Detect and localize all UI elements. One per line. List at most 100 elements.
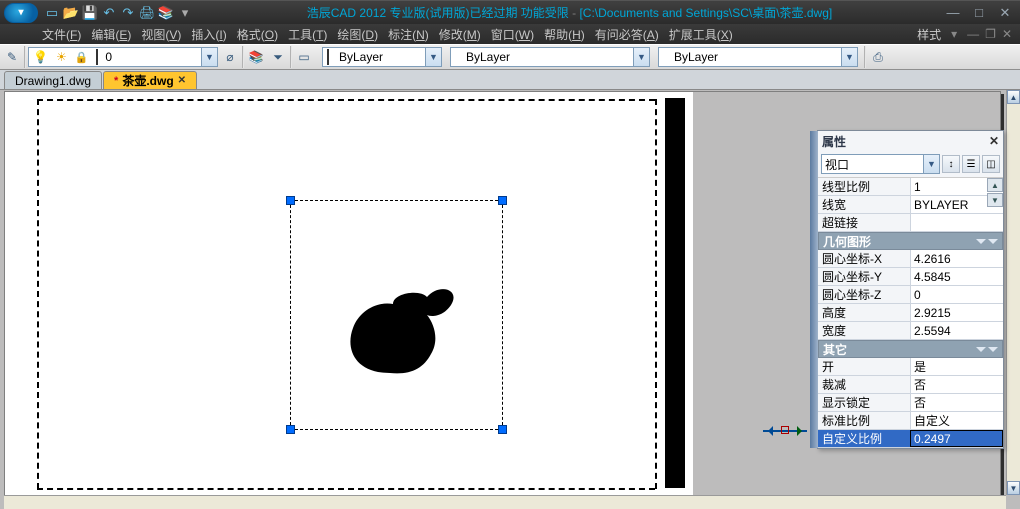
scroll-down-button[interactable]: ▼: [1007, 481, 1020, 495]
palette-scroll-buttons: ▲ ▼: [987, 178, 1003, 208]
qat-save-icon[interactable]: 💾: [82, 5, 98, 21]
menu-edit[interactable]: 编辑(E): [91, 26, 131, 43]
palette-grip[interactable]: [810, 131, 818, 448]
menu-insert[interactable]: 插入(I): [191, 26, 226, 43]
layer-combo[interactable]: 0 ▼: [28, 47, 218, 67]
menu-format[interactable]: 格式(O): [237, 26, 278, 43]
chevron-down-icon[interactable]: ▼: [923, 155, 939, 173]
prop-row: 显示锁定否: [818, 394, 1003, 412]
prop-value[interactable]: 是: [910, 358, 1003, 375]
prop-row-selected[interactable]: 自定义比例 0.2497: [818, 430, 1003, 448]
layer-filter-button[interactable]: ⏷: [268, 47, 288, 67]
scroll-up-button[interactable]: ▲: [1007, 90, 1020, 104]
prop-key: 自定义比例: [818, 430, 910, 447]
grip-br[interactable]: [498, 425, 507, 434]
doc-tab-active[interactable]: * 茶壶.dwg ✕: [103, 71, 197, 89]
prop-value[interactable]: 否: [910, 376, 1003, 393]
horizontal-scrollbar[interactable]: [4, 495, 1006, 509]
menu-window[interactable]: 窗口(W): [491, 26, 534, 43]
chevron-down-icon[interactable]: ▼: [841, 48, 857, 66]
layer-states-button[interactable]: 📚: [246, 47, 266, 67]
prop-value[interactable]: 否: [910, 394, 1003, 411]
palette-title-bar[interactable]: 属性 ✕: [818, 131, 1003, 151]
chevron-icon: [976, 239, 986, 244]
layer-iso-button[interactable]: ⌀: [220, 47, 240, 67]
palette-title: 属性: [822, 133, 846, 150]
prop-value[interactable]: 4.2616: [910, 250, 1003, 267]
menu-faq[interactable]: 有问必答(A): [595, 26, 659, 43]
chevron-down-icon[interactable]: ▼: [201, 48, 217, 66]
grip-bl[interactable]: [286, 425, 295, 434]
qat-dropdown-icon[interactable]: ▾: [177, 5, 193, 21]
layer-toolbar: ✎ 0 ▼ ⌀ 📚 ⏷ ▭ ByLayer ▼ ByLayer ▼ ByLaye…: [0, 44, 1020, 70]
layer-color-swatch: [96, 49, 98, 65]
title-sep: -: [569, 6, 580, 20]
style-label[interactable]: 样式: [917, 26, 941, 43]
prop-value[interactable]: 4.5845: [910, 268, 1003, 285]
menu-help[interactable]: 帮助(H): [544, 26, 585, 43]
vertical-scrollbar[interactable]: ▲ ▼: [1006, 90, 1020, 495]
palette-scroll-down[interactable]: ▼: [987, 193, 1003, 207]
palette-select-objects-button[interactable]: ◫: [982, 155, 1000, 173]
qat-new-icon[interactable]: ▭: [44, 5, 60, 21]
section-header-geometry[interactable]: 几何图形: [818, 232, 1003, 250]
toolbar-sep: [24, 46, 26, 68]
grip-tr[interactable]: [498, 196, 507, 205]
prop-row: 圆心坐标-X4.2616: [818, 250, 1003, 268]
prop-row: 标准比例自定义: [818, 412, 1003, 430]
qat-redo-icon[interactable]: ↷: [120, 5, 136, 21]
lineweight-value: ByLayer: [671, 50, 841, 64]
color-combo[interactable]: ByLayer ▼: [322, 47, 442, 67]
window-buttons: — □ ✕: [946, 5, 1012, 21]
mdi-minimize-button[interactable]: —: [967, 27, 979, 41]
mdi-restore-button[interactable]: ❐: [985, 27, 996, 41]
minimize-button[interactable]: —: [946, 5, 960, 21]
menu-modify[interactable]: 修改(M): [439, 26, 481, 43]
lineweight-combo[interactable]: ByLayer ▼: [658, 47, 858, 67]
close-button[interactable]: ✕: [998, 5, 1012, 21]
prop-value[interactable]: 2.9215: [910, 304, 1003, 321]
layer-more-button[interactable]: ▭: [294, 47, 314, 67]
object-type-value: 视口: [822, 155, 923, 173]
qat-print-icon[interactable]: 🖨: [139, 5, 155, 21]
prop-value-editing[interactable]: 0.2497: [910, 430, 1003, 447]
viewport-selection[interactable]: [290, 200, 503, 430]
style-dropdown-icon[interactable]: ▾: [951, 27, 957, 41]
toolbar-sep: [242, 46, 244, 68]
toolbar-sep: [290, 46, 292, 68]
match-props-button[interactable]: ⎙: [868, 47, 888, 67]
menu-draw[interactable]: 绘图(D): [337, 26, 378, 43]
palette-close-icon[interactable]: ✕: [989, 134, 999, 148]
grip-tl[interactable]: [286, 196, 295, 205]
menu-view[interactable]: 视图(V): [141, 26, 181, 43]
app-logo[interactable]: ▾: [4, 3, 38, 23]
layer-manager-button[interactable]: ✎: [2, 47, 22, 67]
menu-file[interactable]: 文件(F): [42, 26, 81, 43]
layout-border: [655, 99, 657, 489]
prop-row: 圆心坐标-Z0: [818, 286, 1003, 304]
palette-toggle-pim-button[interactable]: ↕: [942, 155, 960, 173]
prop-value[interactable]: [910, 214, 1003, 231]
palette-scroll-up[interactable]: ▲: [987, 178, 1003, 192]
mdi-close-button[interactable]: ✕: [1002, 27, 1012, 41]
prop-value[interactable]: 0: [910, 286, 1003, 303]
linetype-combo[interactable]: ByLayer ▼: [450, 47, 650, 67]
modified-icon: *: [114, 75, 118, 87]
chevron-down-icon[interactable]: ▼: [425, 48, 441, 66]
object-type-combo[interactable]: 视口 ▼: [821, 154, 940, 174]
tab-close-icon[interactable]: ✕: [178, 75, 186, 86]
menu-dim[interactable]: 标注(N): [388, 26, 429, 43]
section-other: 开是 裁减否 显示锁定否 标准比例自定义 自定义比例 0.2497: [818, 358, 1003, 448]
maximize-button[interactable]: □: [972, 5, 986, 21]
prop-value[interactable]: 自定义: [910, 412, 1003, 429]
palette-quick-select-button[interactable]: ☰: [962, 155, 980, 173]
section-header-other[interactable]: 其它: [818, 340, 1003, 358]
qat-open-icon[interactable]: 📂: [63, 5, 79, 21]
prop-value[interactable]: 2.5594: [910, 322, 1003, 339]
qat-layer-icon[interactable]: 📚: [158, 5, 174, 21]
doc-tab-inactive[interactable]: Drawing1.dwg: [4, 71, 102, 89]
chevron-down-icon[interactable]: ▼: [633, 48, 649, 66]
qat-undo-icon[interactable]: ↶: [101, 5, 117, 21]
menu-ext[interactable]: 扩展工具(X): [669, 26, 733, 43]
menu-tools[interactable]: 工具(T): [288, 26, 327, 43]
